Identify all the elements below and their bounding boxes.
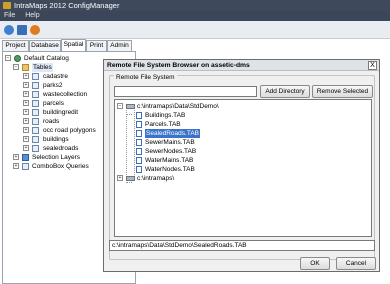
table-icon	[32, 73, 39, 80]
list-item-label: WaterNodes.TAB	[145, 166, 195, 173]
tree-item-label: buildings	[43, 136, 69, 143]
file-icon	[136, 121, 142, 128]
list-dir-label: c:\intramaps\Data\StdDemo\	[137, 103, 219, 110]
tree-item-label: parcels	[43, 100, 64, 107]
path-input[interactable]	[114, 86, 257, 97]
file-icon	[136, 157, 142, 164]
collapse-icon[interactable]: −	[13, 64, 19, 70]
refresh-icon[interactable]	[30, 25, 40, 35]
expand-icon[interactable]: +	[23, 136, 29, 142]
tree-item-label: parks2	[43, 82, 63, 89]
query-icon	[22, 163, 29, 170]
table-icon	[32, 118, 39, 125]
tree-item-label: roads	[43, 118, 60, 125]
add-directory-button[interactable]: Add Directory	[260, 85, 310, 98]
list-item-label: WaterMains.TAB	[145, 157, 194, 164]
tree-selection-layers-label: Selection Layers	[32, 154, 81, 161]
expand-icon[interactable]: +	[23, 82, 29, 88]
table-icon	[32, 91, 39, 98]
selected-path-field[interactable]: c:\intramaps\Data\StdDemo\SealedRoads.TA…	[109, 240, 375, 251]
list-item-label: Parcels.TAB	[145, 121, 181, 128]
file-icon	[136, 166, 142, 173]
menu-file[interactable]: File	[4, 12, 15, 19]
tree-item-label: sealedroads	[43, 145, 79, 152]
tree-item-label: wastecollection	[43, 91, 88, 98]
list-item-label: SealedRoads.TAB	[145, 129, 200, 138]
table-icon	[32, 136, 39, 143]
collapse-icon[interactable]: −	[5, 55, 11, 61]
drive-icon	[126, 104, 135, 109]
catalog-icon	[14, 55, 21, 62]
expand-icon[interactable]: +	[23, 145, 29, 151]
expand-icon[interactable]: +	[23, 91, 29, 97]
file-icon	[136, 139, 142, 146]
expand-icon[interactable]: +	[23, 109, 29, 115]
expand-icon[interactable]: +	[13, 154, 19, 160]
dialog-title: Remote File System Browser on assetic-dm…	[104, 60, 379, 71]
remote-fs-dialog: Remote File System Browser on assetic-dm…	[103, 59, 380, 272]
menu-help[interactable]: Help	[25, 12, 39, 19]
expand-icon[interactable]: +	[23, 127, 29, 133]
remove-selected-button[interactable]: Remove Selected	[312, 85, 373, 98]
toolbar	[0, 21, 390, 39]
tab-project[interactable]: Project	[2, 40, 29, 51]
file-icon	[136, 130, 142, 137]
table-icon	[32, 145, 39, 152]
list-item-label: SewerNodes.TAB	[145, 148, 197, 155]
tree-item-label: occ road polygons	[43, 127, 96, 134]
file-icon	[136, 148, 142, 155]
layers-icon	[22, 154, 29, 161]
tab-admin[interactable]: Admin	[107, 40, 132, 51]
menubar: File Help	[0, 11, 390, 21]
list-dir-label: c:\intramaps\	[137, 175, 175, 182]
tree-root-label: Default Catalog	[24, 55, 69, 62]
remote-file-list[interactable]: − c:\intramaps\Data\StdDemo\ Buildings.T…	[114, 99, 372, 237]
tree-tables-label: Tables	[32, 63, 53, 72]
ok-button[interactable]: OK	[300, 257, 330, 270]
save-icon[interactable]	[17, 25, 27, 35]
table-icon	[32, 100, 39, 107]
info-icon[interactable]	[4, 25, 14, 35]
group-label: Remote File System	[114, 74, 177, 82]
expand-icon[interactable]: +	[23, 100, 29, 106]
app-titlebar: IntraMaps 2012 ConfigManager	[0, 0, 390, 11]
tab-database[interactable]: Database	[29, 40, 61, 51]
expand-icon[interactable]: +	[13, 163, 19, 169]
table-icon	[32, 109, 39, 116]
drive-icon	[126, 176, 135, 181]
close-icon[interactable]: X	[368, 61, 377, 70]
app-icon	[3, 2, 11, 9]
expand-icon[interactable]: +	[23, 73, 29, 79]
collapse-icon[interactable]: −	[117, 103, 123, 109]
tab-spatial[interactable]: Spatial	[61, 39, 86, 51]
table-icon	[32, 127, 39, 134]
tables-icon	[22, 64, 29, 71]
tab-print[interactable]: Print	[86, 40, 107, 51]
table-icon	[32, 82, 39, 89]
tree-item-label: buildingredit	[43, 109, 79, 116]
tree-item-label: cadastre	[43, 73, 68, 80]
cancel-button[interactable]: Cancel	[336, 257, 376, 270]
expand-icon[interactable]: +	[117, 175, 123, 181]
list-item-label: Buildings.TAB	[145, 112, 186, 119]
tree-combobox-queries-label: ComboBox Queries	[32, 163, 89, 170]
file-icon	[136, 112, 142, 119]
list-item-label: SewerMains.TAB	[145, 139, 195, 146]
app-title: IntraMaps 2012 ConfigManager	[14, 1, 120, 10]
expand-icon[interactable]: +	[23, 118, 29, 124]
